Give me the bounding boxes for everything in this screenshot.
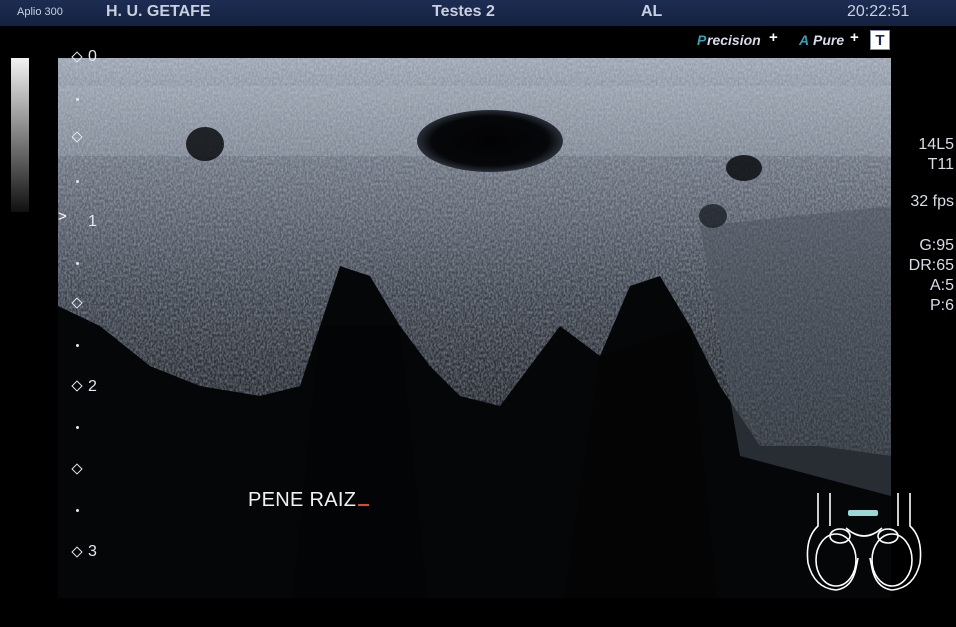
probe-model: 14L5 <box>918 136 954 153</box>
precision-mode-label: recision <box>707 32 761 48</box>
depth-tick-dot <box>76 426 79 429</box>
image-params: G:95 DR:65 A:5 P:6 <box>909 236 954 316</box>
a-value: A:5 <box>929 277 954 294</box>
depth-label-0: 0 <box>88 48 97 65</box>
grayscale-bar <box>11 58 29 212</box>
clock-time: 20:22:51 <box>847 3 910 20</box>
annotation-label: PENE RAIZ <box>248 489 357 511</box>
depth-tick-dot <box>76 180 79 183</box>
depth-tick-dot <box>76 509 79 512</box>
scrotum-bodymark-icon <box>806 493 922 591</box>
apure-plus: + <box>850 29 859 46</box>
apure-mode-initial: A <box>799 32 810 48</box>
apure-mode-label: Pure <box>813 32 845 48</box>
header-bar: Aplio 300 H. U. GETAFE Testes 2 AL 20:22… <box>0 0 956 26</box>
depth-label-2: 2 <box>88 378 97 395</box>
depth-tick-dot <box>76 98 79 101</box>
depth-tick-dot <box>76 344 79 347</box>
text-cursor <box>358 504 370 506</box>
hospital-name: H. U. GETAFE <box>106 3 211 20</box>
gain-value: G:95 <box>919 237 954 254</box>
operator-initials: AL <box>641 3 663 20</box>
precision-mode-initial: P <box>697 32 707 48</box>
precision-plus: + <box>769 29 778 46</box>
dynamic-range-value: DR:65 <box>908 257 954 274</box>
tissue-setting: T11 <box>927 156 954 173</box>
device-model: Aplio 300 <box>17 6 63 18</box>
focus-marker: > <box>58 208 67 225</box>
probe-position-marker <box>848 510 878 516</box>
depth-tick-dot <box>76 262 79 265</box>
p-value: P:6 <box>929 297 954 314</box>
frame-rate: 32 fps <box>910 193 954 210</box>
depth-label-1: 1 <box>88 213 97 230</box>
tissue-mode-badge: T <box>870 30 890 50</box>
probe-params: 14L5 T11 <box>918 135 954 175</box>
annotation-text: PENE RAIZ <box>248 489 370 512</box>
depth-label-3: 3 <box>88 543 97 560</box>
exam-preset: Testes 2 <box>432 3 495 20</box>
